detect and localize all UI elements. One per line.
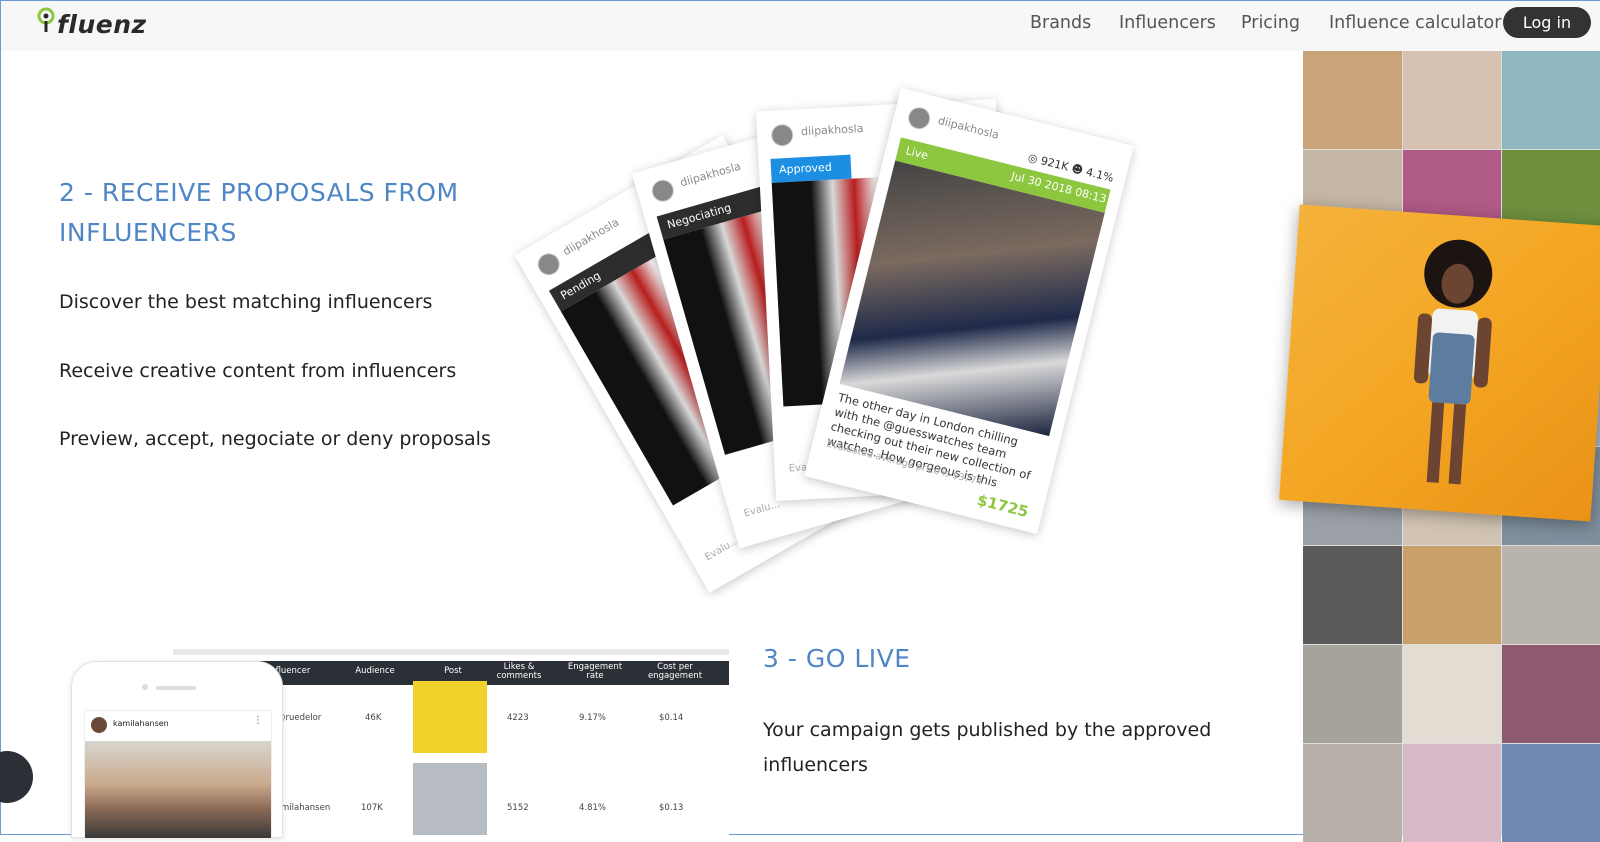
card-eval-text: Evalu...	[703, 535, 741, 564]
feature-receive-content: Receive creative content from influencer…	[59, 360, 457, 382]
logo-text: fluenz	[57, 10, 147, 39]
row-rate: 4.81%	[579, 803, 607, 813]
section-2-heading: 2 - RECEIVE PROPOSALS FROM INFLUENCERS	[59, 178, 459, 247]
influencer-figure	[1413, 239, 1493, 485]
collage-photo	[1303, 546, 1402, 644]
card-eval-text: Evalu...	[742, 498, 782, 520]
row-likes: 4223	[507, 713, 529, 723]
avatar	[770, 123, 794, 147]
collage-photo	[1303, 645, 1402, 743]
speaker-slot	[156, 686, 196, 690]
card-username: diipakhosla	[560, 215, 622, 259]
people-icon: ☻	[1070, 161, 1085, 178]
avatar	[533, 249, 564, 280]
avatar	[91, 717, 107, 733]
nav-brands[interactable]: Brands	[1030, 13, 1091, 33]
col-post: Post	[444, 666, 462, 676]
collage-photo	[1502, 51, 1600, 149]
collage-photo	[1402, 645, 1502, 743]
login-button[interactable]: Log in	[1503, 7, 1591, 38]
post-thumbnail[interactable]	[413, 681, 487, 753]
phone-mockup: kamilahansen ⋮	[71, 661, 283, 839]
engagement-rate: 4.1%	[1084, 165, 1115, 185]
more-options-icon[interactable]: ⋮	[253, 715, 263, 726]
row-influencer[interactable]: @ruedelor	[277, 713, 321, 723]
row-likes: 5152	[507, 803, 529, 813]
instagram-icon: ◎	[1026, 150, 1040, 166]
card-username: diipakhosla	[678, 159, 743, 190]
collage-photo	[1303, 744, 1402, 842]
featured-influencer-photo	[1279, 204, 1600, 522]
location-pin-icon	[37, 7, 55, 32]
post-thumbnail[interactable]	[413, 763, 487, 835]
phone-screen: kamilahansen ⋮	[84, 710, 272, 839]
feature-preview: Preview, accept, negociate or deny propo…	[59, 428, 491, 450]
avatar	[649, 177, 677, 205]
nav-influencers[interactable]: Influencers	[1119, 13, 1216, 33]
collage-photo	[1303, 51, 1402, 149]
collage-photo	[1502, 546, 1600, 644]
feature-discover: Discover the best matching influencers	[59, 291, 433, 313]
phone-username: kamilahansen	[113, 719, 169, 728]
row-audience: 46K	[365, 713, 382, 723]
row-cpe: $0.14	[659, 713, 684, 723]
fluenz-logo[interactable]: fluenz	[37, 5, 157, 45]
collage-photo	[1402, 51, 1502, 149]
avatar	[905, 104, 933, 132]
row-rate: 9.17%	[579, 713, 607, 723]
top-navbar: fluenz Brands Influencers Pricing Influe…	[1, 1, 1600, 51]
row-audience: 107K	[361, 803, 383, 813]
collage-photo	[1402, 546, 1502, 644]
chat-widget-button[interactable]	[0, 751, 33, 803]
camera-icon	[142, 684, 148, 690]
section-3-text: Your campaign gets published by the appr…	[763, 719, 1212, 776]
col-cpe: Cost per engagement	[647, 662, 703, 681]
nav-influence-calculator[interactable]: Influence calculator	[1329, 13, 1501, 33]
phone-post-image	[85, 741, 271, 838]
nav-pricing[interactable]: Pricing	[1241, 13, 1300, 33]
row-cpe: $0.13	[659, 803, 684, 813]
collage-photo	[1502, 645, 1600, 743]
collage-photo	[1402, 744, 1502, 842]
followers-count: 921K	[1039, 154, 1070, 174]
collage-photo	[1502, 744, 1600, 842]
col-likes: Likes & comments	[496, 662, 542, 681]
section-3-heading: 3 - GO LIVE	[763, 644, 911, 673]
card-username: diipakhosla	[936, 114, 1001, 142]
col-engagement: Engagement rate	[567, 662, 623, 681]
card-username: diipakhosla	[800, 121, 864, 139]
col-audience: Audience	[355, 666, 395, 676]
